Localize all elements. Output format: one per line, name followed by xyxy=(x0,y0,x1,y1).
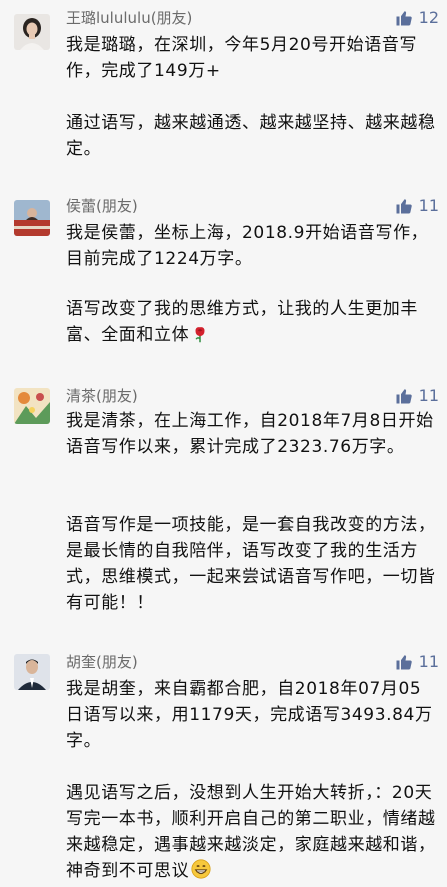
landscape-photo-icon xyxy=(14,200,50,236)
like-button[interactable]: 11 xyxy=(395,652,439,672)
comment-paragraph: 我是侯蕾，坐标上海，2018.9开始语音写作，目前完成了1224万字。 xyxy=(66,223,429,269)
comment-paragraph: 我是清茶，在上海工作，自2018年7月8日开始语音写作以来，累计完成了2323.… xyxy=(66,411,434,457)
thumbs-up-icon xyxy=(396,655,412,670)
comment-paragraph-text: 语写改变了我的思维方式，让我的人生更加丰富、全面和立体 xyxy=(66,299,418,345)
avatar[interactable] xyxy=(14,14,50,50)
comment-paragraph: 我是璐璐，在深圳，今年5月20号开始语音写作，完成了149万+ xyxy=(66,35,418,81)
comment-paragraph: 遇见语写之后，没想到人生开始大转折，：20天写完一本书，顺利开启自己的第二职业，… xyxy=(66,780,438,887)
like-count: 11 xyxy=(418,196,439,215)
comment-paragraph: 语写改变了我的思维方式，让我的人生更加丰富、全面和立体 xyxy=(66,296,438,351)
avatar[interactable] xyxy=(14,200,50,236)
comment-author-name[interactable]: 王璐lulululu(朋友) xyxy=(66,8,192,28)
comment-author-name[interactable]: 侯蕾(朋友) xyxy=(66,196,138,216)
comment-author-name[interactable]: 清茶(朋友) xyxy=(66,386,138,406)
thumbs-up-icon xyxy=(396,199,412,214)
comment-feed: 王璐lulululu(朋友) 12 我是璐璐，在深圳，今年5月20号开始语音写作… xyxy=(0,0,447,884)
avatar[interactable] xyxy=(14,388,50,424)
comment-item: 侯蕾(朋友) 11 我是侯蕾，坐标上海，2018.9开始语音写作，目前完成了12… xyxy=(0,190,447,380)
comment-paragraph-text: 遇见语写之后，没想到人生开始大转折，：20天写完一本书，顺利开启自己的第二职业，… xyxy=(66,783,436,881)
comment-paragraph: 通过语写，越来越通透、越来越坚持、越来越稳定。 xyxy=(66,113,436,159)
comment-item: 清茶(朋友) 11 我是清茶，在上海工作，自2018年7月8日开始语音写作以来，… xyxy=(0,380,447,648)
like-count: 12 xyxy=(418,8,439,27)
thumbs-up-icon xyxy=(396,389,412,404)
like-count: 11 xyxy=(418,386,439,405)
like-button[interactable]: 11 xyxy=(395,386,439,406)
comment-paragraph: 我是胡奎，来自霸都合肥，自2018年07月05日语写以来，用1179天，完成语写… xyxy=(66,679,433,751)
man-portrait-icon xyxy=(14,654,50,690)
illustration-icon xyxy=(14,388,50,424)
avatar[interactable] xyxy=(14,654,50,690)
thumbs-up-icon xyxy=(396,11,412,26)
like-button[interactable]: 11 xyxy=(395,196,439,216)
like-count: 11 xyxy=(418,652,439,671)
comment-item: 王璐lulululu(朋友) 12 我是璐璐，在深圳，今年5月20号开始语音写作… xyxy=(0,0,447,190)
rose-icon xyxy=(191,325,209,351)
comment-author-name[interactable]: 胡奎(朋友) xyxy=(66,652,138,672)
grinning-face-icon xyxy=(191,859,211,887)
woman-portrait-icon xyxy=(14,14,50,50)
like-button[interactable]: 12 xyxy=(395,8,439,28)
comment-item: 胡奎(朋友) 11 我是胡奎，来自霸都合肥，自2018年07月05日语写以来，用… xyxy=(0,648,447,884)
comment-paragraph: 语音写作是一项技能，是一套自我改变的方法，是最长情的自我陪伴，语写改变了我的生活… xyxy=(66,515,436,613)
